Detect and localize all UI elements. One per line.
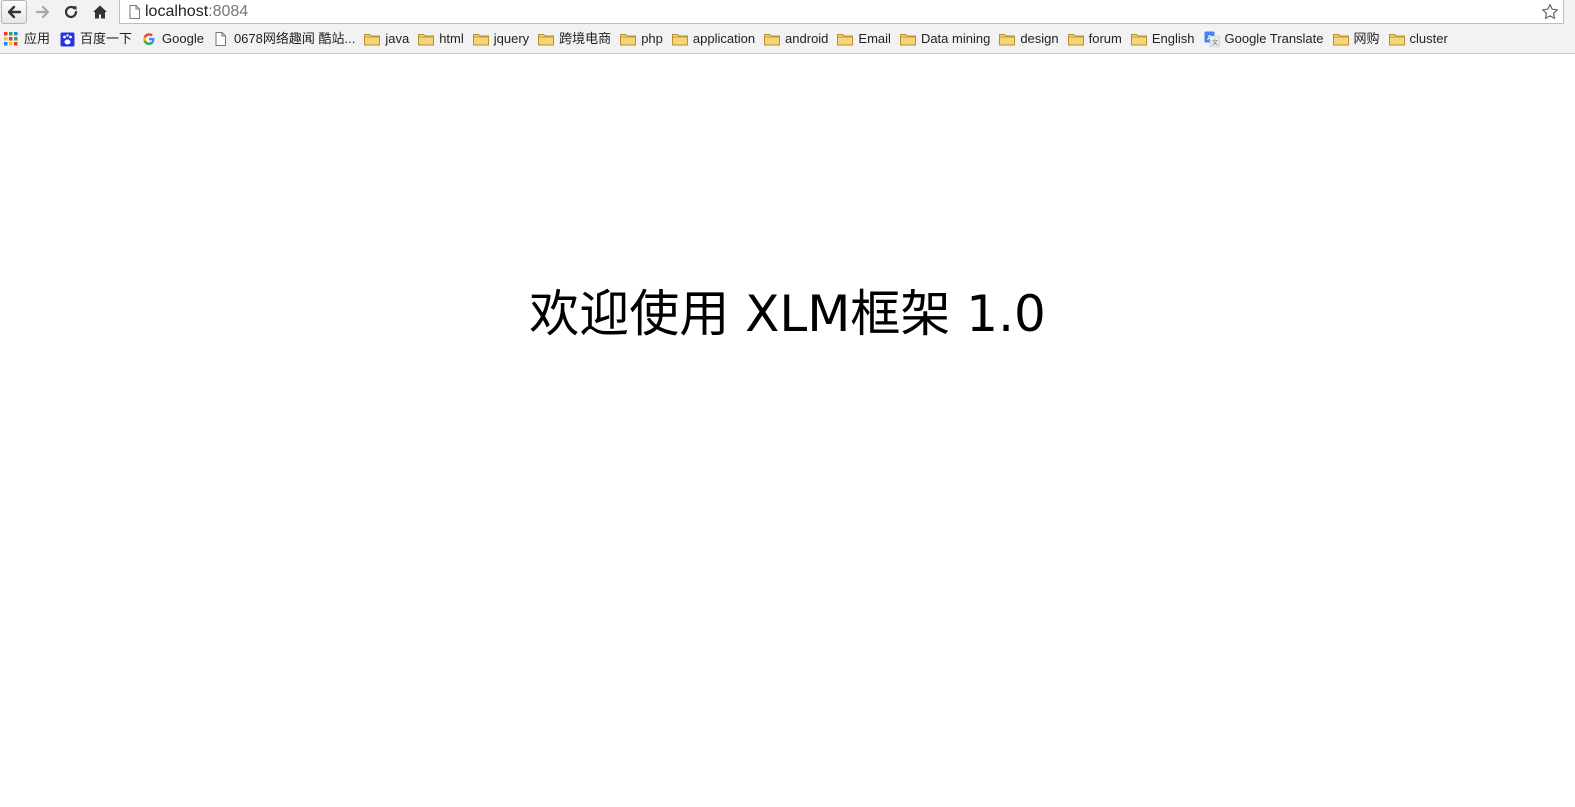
bookmark-label: design — [1020, 31, 1059, 46]
bookmark-item[interactable]: html — [415, 28, 467, 50]
folder-icon — [999, 31, 1016, 47]
bookmark-item[interactable]: cluster — [1386, 28, 1451, 50]
bookmark-label: Google Translate — [1224, 31, 1324, 46]
bookmark-item[interactable]: application — [669, 28, 758, 50]
folder-icon — [671, 31, 688, 47]
bookmark-item[interactable]: 跨境电商 — [535, 28, 614, 50]
bookmark-label: 跨境电商 — [559, 31, 612, 46]
bookmark-item[interactable]: android — [761, 28, 831, 50]
bookmark-label: forum — [1088, 31, 1122, 46]
apps-grid-icon — [3, 31, 19, 47]
folder-icon — [899, 31, 916, 47]
bookmark-label: Data mining — [920, 31, 991, 46]
bookmark-item[interactable]: A 文 Google Translate — [1201, 28, 1327, 50]
bookmark-label: 应用 — [24, 31, 51, 46]
bookmark-label: application — [692, 31, 756, 46]
bookmark-item[interactable]: Data mining — [897, 28, 993, 50]
bookmark-item[interactable]: 百度一下 — [56, 28, 135, 50]
bookmark-label: 百度一下 — [80, 31, 133, 46]
forward-button[interactable] — [30, 0, 56, 24]
bookmarks-bar: 应用 百度一下 Google 0678网络趣闻 酷站... java html jquery… — [0, 27, 1575, 51]
folder-icon — [364, 31, 381, 47]
home-icon — [92, 4, 108, 20]
folder-icon — [1130, 31, 1147, 47]
folder-icon — [620, 31, 637, 47]
bookmark-item[interactable]: php — [617, 28, 666, 50]
folder-icon — [472, 31, 489, 47]
folder-icon — [837, 31, 854, 47]
bookmark-label: jquery — [493, 31, 530, 46]
folder-icon — [1388, 31, 1405, 47]
folder-icon — [1067, 31, 1084, 47]
url-text: localhost:8084 — [145, 3, 248, 21]
home-button[interactable] — [87, 0, 113, 24]
address-bar[interactable]: localhost:8084 — [119, 0, 1564, 24]
back-arrow-icon — [6, 4, 22, 20]
bookmark-item[interactable]: Email — [834, 28, 894, 50]
bookmark-item[interactable]: Google — [138, 28, 207, 50]
forward-arrow-icon — [35, 4, 51, 20]
welcome-heading: 欢迎使用 XLM框架 1.0 — [529, 285, 1046, 343]
page-icon — [213, 31, 229, 47]
bookmark-item[interactable]: design — [996, 28, 1061, 50]
bookmark-label: php — [641, 31, 663, 46]
url-port: :8084 — [208, 2, 249, 20]
back-button[interactable] — [1, 0, 27, 24]
google-translate-icon: A文 — [1204, 31, 1220, 47]
bookmark-item[interactable]: 应用 — [0, 28, 53, 50]
svg-text:文: 文 — [1212, 39, 1218, 47]
folder-icon — [538, 31, 555, 47]
bookmark-item[interactable]: 网购 — [1330, 28, 1383, 50]
folder-icon — [418, 31, 435, 47]
google-icon — [141, 31, 157, 47]
bookmark-label: cluster — [1409, 31, 1448, 46]
bookmark-label: Google — [162, 31, 204, 46]
browser-chrome: localhost:8084 应用 百度一下 Google 0678网络趣闻 酷站..… — [0, 0, 1575, 54]
reload-icon — [63, 4, 79, 20]
bookmark-label: Email — [858, 31, 891, 46]
page-icon — [127, 4, 141, 20]
bookmark-label: 网购 — [1353, 31, 1380, 46]
bookmark-item[interactable]: forum — [1065, 28, 1125, 50]
bookmark-item[interactable]: jquery — [470, 28, 532, 50]
bookmark-item[interactable]: 0678网络趣闻 酷站... — [210, 28, 358, 50]
folder-icon — [1332, 31, 1349, 47]
url-host: localhost — [145, 2, 209, 20]
bookmark-item[interactable]: English — [1128, 28, 1198, 50]
bookmark-label: 0678网络趣闻 酷站... — [233, 31, 356, 46]
page-content: 欢迎使用 XLM框架 1.0 — [0, 54, 1575, 807]
reload-button[interactable] — [58, 0, 84, 24]
bookmark-label: java — [385, 31, 410, 46]
bookmark-item[interactable]: java — [361, 28, 412, 50]
bookmark-label: android — [785, 31, 829, 46]
bookmark-star-icon[interactable] — [1539, 1, 1561, 23]
bookmark-label: html — [439, 31, 464, 46]
browser-toolbar: localhost:8084 — [0, 0, 1575, 25]
baidu-icon — [59, 31, 75, 47]
folder-icon — [764, 31, 781, 47]
bookmark-label: English — [1151, 31, 1195, 46]
